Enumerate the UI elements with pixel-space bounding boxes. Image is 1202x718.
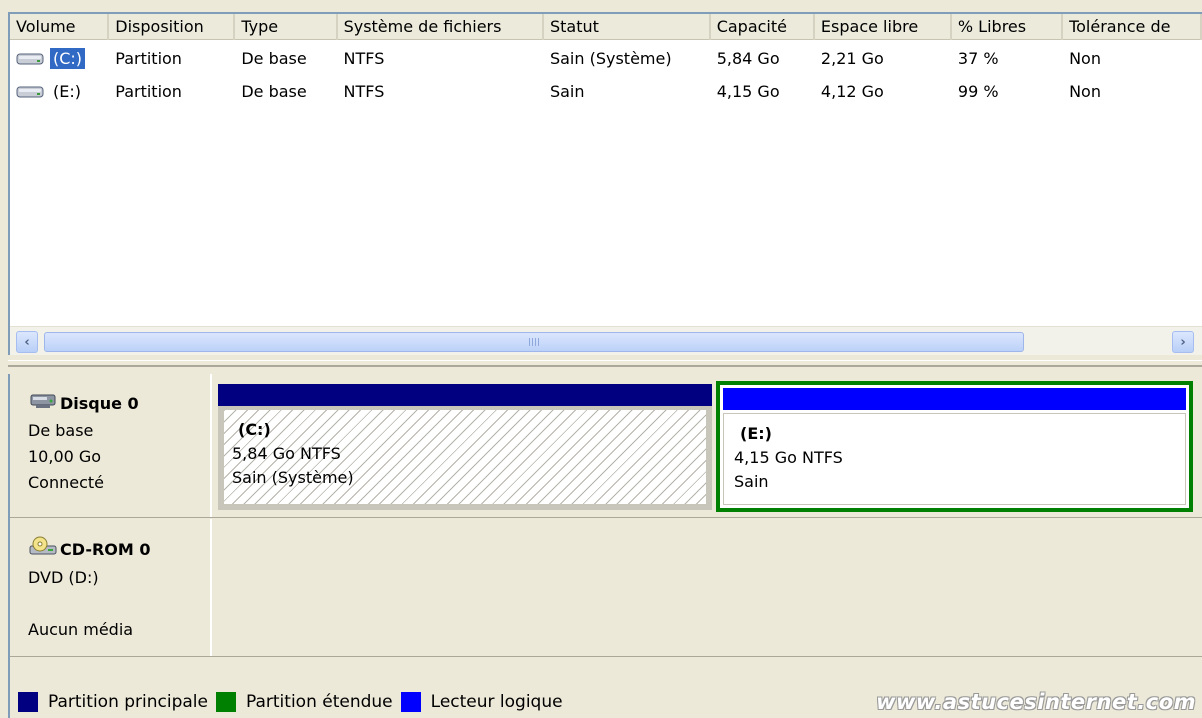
column-header-status[interactable]: Statut <box>544 14 711 40</box>
watermark: www.astucesinternet.com <box>876 690 1196 714</box>
disk-size: 10,00 Go <box>28 447 102 466</box>
cdrom-state: Aucun média <box>28 620 134 639</box>
disposition-cell: Partition <box>115 49 182 68</box>
fault-tolerance-cell: Non <box>1069 49 1101 68</box>
disk-info-disk0[interactable]: Disque 0 De base 10,00 Go Connecté <box>10 374 212 517</box>
volume-rows: (C:) Partition De base NTFS Sain (Systèm… <box>10 42 1202 108</box>
volume-list[interactable]: Volume Disposition Type Système de fichi… <box>8 12 1202 355</box>
legend-item-logical: Lecteur logique <box>395 692 563 712</box>
disk-title: Disque 0 <box>28 390 210 418</box>
disk-row-cdrom0: CD-ROM 0 DVD (D:) Aucun média <box>10 519 1202 657</box>
percent-free-cell: 99 % <box>957 82 999 101</box>
primary-swatch <box>18 692 38 712</box>
partition-status: Sain <box>734 472 769 491</box>
volume-label: (C:) <box>50 48 86 69</box>
disk-state: Connecté <box>28 473 104 492</box>
legend-item-extended: Partition étendue <box>210 692 393 712</box>
column-header-capacity[interactable]: Capacité <box>711 14 815 40</box>
legend-label: Partition étendue <box>246 692 393 712</box>
cdrom-kind: DVD (D:) <box>28 568 99 587</box>
volume-label: (E:) <box>53 82 81 101</box>
fault-tolerance-cell: Non <box>1069 82 1101 101</box>
free-space-cell: 2,21 Go <box>820 49 884 68</box>
table-row[interactable]: (C:) Partition De base NTFS Sain (Systèm… <box>10 42 1202 75</box>
scroll-right-button[interactable]: › <box>1172 331 1194 353</box>
top-strip <box>0 0 1202 12</box>
disk-kind: De base <box>28 421 94 440</box>
cdrom-title: CD-ROM 0 <box>28 535 210 565</box>
column-header-type[interactable]: Type <box>235 14 338 40</box>
partition-e-body[interactable]: (E:) 4,15 Go NTFS Sain <box>723 413 1186 505</box>
volume-cell[interactable]: (C:) <box>10 48 109 69</box>
partition-name: (E:) <box>740 424 772 443</box>
legend-item-primary: Partition principale <box>18 692 208 712</box>
legend-label: Partition principale <box>48 692 208 712</box>
free-space-cell: 4,12 Go <box>820 82 884 101</box>
column-header-filesystem[interactable]: Système de fichiers <box>338 14 544 40</box>
type-cell: De base <box>241 49 307 68</box>
disk-name: Disque 0 <box>60 394 139 413</box>
column-header-volume[interactable]: Volume <box>10 14 110 40</box>
type-cell: De base <box>241 82 307 101</box>
status-cell: Sain (Système) <box>549 49 672 68</box>
disk-map: Disque 0 De base 10,00 Go Connecté (C:) … <box>8 374 1202 718</box>
column-header: Volume Disposition Type Système de fichi… <box>10 14 1202 40</box>
percent-free-cell: 37 % <box>957 49 999 68</box>
horizontal-scrollbar[interactable]: ‹ › <box>10 326 1202 355</box>
column-header-free-space[interactable]: Espace libre <box>815 14 952 40</box>
status-cell: Sain <box>549 82 585 101</box>
disk-row-disk0: Disque 0 De base 10,00 Go Connecté (C:) … <box>10 374 1202 518</box>
filesystem-cell: NTFS <box>343 49 385 68</box>
disk0-partitions: (C:) 5,84 Go NTFS Sain (Système) (E:) 4,… <box>214 374 1202 517</box>
capacity-cell: 4,15 Go <box>716 82 780 101</box>
pane-splitter[interactable] <box>8 360 1202 367</box>
hard-drive-icon <box>16 50 44 68</box>
partition-c[interactable]: (C:) 5,84 Go NTFS Sain (Système) <box>218 384 712 510</box>
scroll-left-button[interactable]: ‹ <box>16 331 38 353</box>
hard-drive-icon <box>16 83 44 101</box>
disposition-cell: Partition <box>115 82 182 101</box>
partition-c-body[interactable]: (C:) 5,84 Go NTFS Sain (Système) <box>224 410 706 504</box>
partition-size: 4,15 Go NTFS <box>734 448 843 467</box>
primary-partition-bar <box>218 384 712 406</box>
logical-drive-bar <box>723 388 1186 410</box>
disk-icon <box>28 390 60 418</box>
scroll-thumb[interactable] <box>44 332 1024 352</box>
logical-swatch <box>400 692 421 712</box>
column-header-percent-free[interactable]: % Libres <box>952 14 1064 40</box>
partition-status: Sain (Système) <box>232 468 354 487</box>
grip-icon <box>529 338 539 346</box>
filesystem-cell: NTFS <box>343 82 385 101</box>
table-row[interactable]: (E:) Partition De base NTFS Sain 4,15 Go… <box>10 75 1202 108</box>
partition-size: 5,84 Go NTFS <box>232 444 341 463</box>
volume-cell[interactable]: (E:) <box>10 81 109 102</box>
cdrom-area <box>214 519 1202 656</box>
cdrom-icon <box>28 535 60 565</box>
legend: Partition principale Partition étendue L… <box>8 686 1202 718</box>
capacity-cell: 5,84 Go <box>716 49 780 68</box>
legend-label: Lecteur logique <box>430 692 563 712</box>
column-header-disposition[interactable]: Disposition <box>109 14 236 40</box>
partition-name: (C:) <box>238 420 271 439</box>
cdrom-name: CD-ROM 0 <box>60 540 151 559</box>
extended-swatch <box>216 692 236 712</box>
disk-info-cdrom0[interactable]: CD-ROM 0 DVD (D:) Aucun média <box>10 519 212 656</box>
column-header-fault-tolerance[interactable]: Tolérance de <box>1063 14 1202 40</box>
extended-partition[interactable]: (E:) 4,15 Go NTFS Sain <box>716 381 1193 512</box>
